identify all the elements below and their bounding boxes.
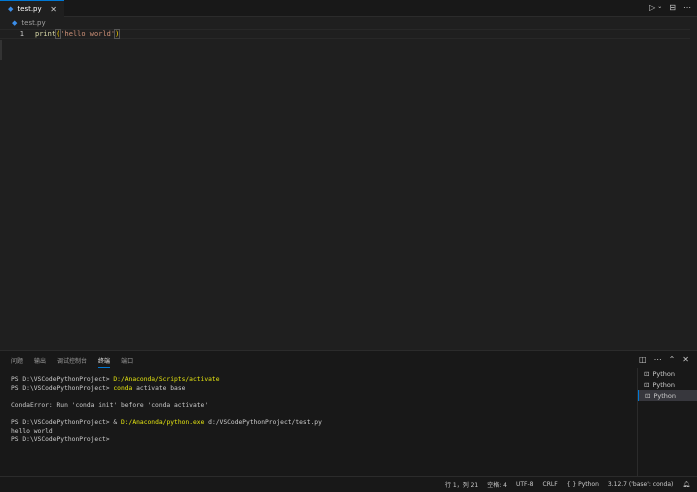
terminal-text: conda — [113, 384, 133, 392]
terminal-text: activate base — [132, 384, 186, 392]
terminal-icon: ⊡ — [645, 391, 651, 400]
more-icon[interactable]: ⋯ — [683, 3, 691, 12]
panel-tab[interactable]: 问题 — [11, 356, 23, 368]
terminal-instance[interactable]: ⊡ Python — [638, 390, 697, 401]
status-encoding[interactable]: UTF-8 — [516, 481, 534, 488]
tab-label: test.py — [17, 5, 42, 13]
status-bar: 行 1，列 21 空格: 4 UTF-8 CRLF { } Python 3.1… — [0, 476, 697, 492]
terminal-line: PS D:\VSCodePythonProject> conda activat… — [11, 385, 322, 394]
terminal-instance[interactable]: ⊡ Python — [638, 379, 697, 390]
terminal-name: Python — [653, 391, 676, 400]
terminal-line: PS D:\VSCodePythonProject> — [11, 436, 322, 445]
more-icon[interactable]: ⋯ — [654, 355, 662, 364]
split-editor-icon[interactable]: ⊟ — [669, 3, 676, 12]
terminal-line: PS D:\VSCodePythonProject> & D:/Anaconda… — [11, 419, 322, 428]
panel-tab[interactable]: 端口 — [121, 356, 133, 368]
python-file-icon: ◆ — [12, 19, 18, 27]
terminal-line: CondaError: Run 'conda init' before 'con… — [11, 402, 322, 411]
code-fn: print — [35, 30, 57, 38]
code-line[interactable]: 1 print('hello world') — [0, 29, 690, 39]
breadcrumb[interactable]: ◆ test.py — [12, 19, 46, 27]
tab-test-py[interactable]: ◆ test.py ✕ — [0, 0, 64, 17]
terminal-text: PS D:\VSCodePythonProject> — [11, 376, 114, 383]
status-eol[interactable]: CRLF — [543, 481, 558, 488]
panel: 问题 输出 调试控制台 终端 端口 ◫ ⋯ ⌃ ✕ PS D:\VSCodePython… — [0, 350, 697, 476]
terminal-icon: ⊡ — [644, 369, 650, 378]
code-paren: ) — [114, 29, 121, 39]
terminal-icon: ⊡ — [644, 380, 650, 389]
status-position[interactable]: 行 1，列 21 — [445, 480, 478, 489]
terminal-line: PS D:\VSCodePythonProject> D:/Anaconda/S… — [11, 376, 322, 385]
status-spaces[interactable]: 空格: 4 — [487, 480, 507, 489]
line-number: 1 — [19, 30, 24, 38]
terminal-text: D:/Anaconda/Scripts/activate — [113, 376, 220, 383]
terminal-text: CondaError: Run 'conda init' before 'con… — [11, 401, 209, 409]
code-string: 'hello world' — [60, 30, 116, 38]
code-editor[interactable]: 1 print('hello world') — [0, 28, 697, 350]
terminal-name: Python — [652, 369, 675, 378]
terminal-instance[interactable]: ⊡ Python — [638, 368, 697, 379]
run-icon[interactable]: ▷ — [649, 3, 655, 12]
terminal-text: hello world — [11, 427, 53, 435]
terminal-output[interactable]: PS D:\VSCodePythonProject> D:/Anaconda/S… — [11, 376, 322, 445]
terminal-text: D:/Anaconda/python.exe — [120, 418, 205, 426]
split-terminal-icon[interactable]: ◫ — [639, 355, 647, 364]
breadcrumb-file[interactable]: test.py — [21, 19, 45, 27]
terminal-name: Python — [652, 380, 675, 389]
bell-icon[interactable]: 🔔︎ — [682, 481, 690, 488]
panel-tab[interactable]: 调试控制台 — [57, 356, 87, 368]
status-interpreter[interactable]: 3.12.7 ('base': conda) — [608, 481, 673, 488]
terminal-line: hello world — [11, 428, 322, 437]
panel-tab[interactable]: 终端 — [98, 356, 111, 368]
close-icon[interactable]: ✕ — [50, 5, 57, 14]
sash[interactable] — [0, 40, 2, 60]
chevron-down-icon[interactable]: ⌄ — [657, 3, 662, 12]
terminal-text: PS D:\VSCodePythonProject> — [11, 436, 114, 444]
terminal-text: PS D:\VSCodePythonProject> — [11, 384, 114, 392]
panel-tab[interactable]: 输出 — [34, 356, 46, 368]
terminal-text: d:/VSCodePythonProject/test.py — [204, 418, 322, 426]
close-icon[interactable]: ✕ — [682, 355, 689, 364]
tab-bar: ◆ test.py ✕ ▷ ⌄ ⊟ ⋯ — [0, 0, 697, 17]
maximize-icon[interactable]: ⌃ — [669, 355, 676, 364]
terminal-text: PS D:\VSCodePythonProject> & — [11, 418, 121, 426]
terminal-list: ⊡ Python ⊡ Python ⊡ Python — [637, 368, 697, 476]
python-file-icon: ◆ — [8, 5, 14, 13]
status-language[interactable]: { } Python — [567, 481, 599, 488]
